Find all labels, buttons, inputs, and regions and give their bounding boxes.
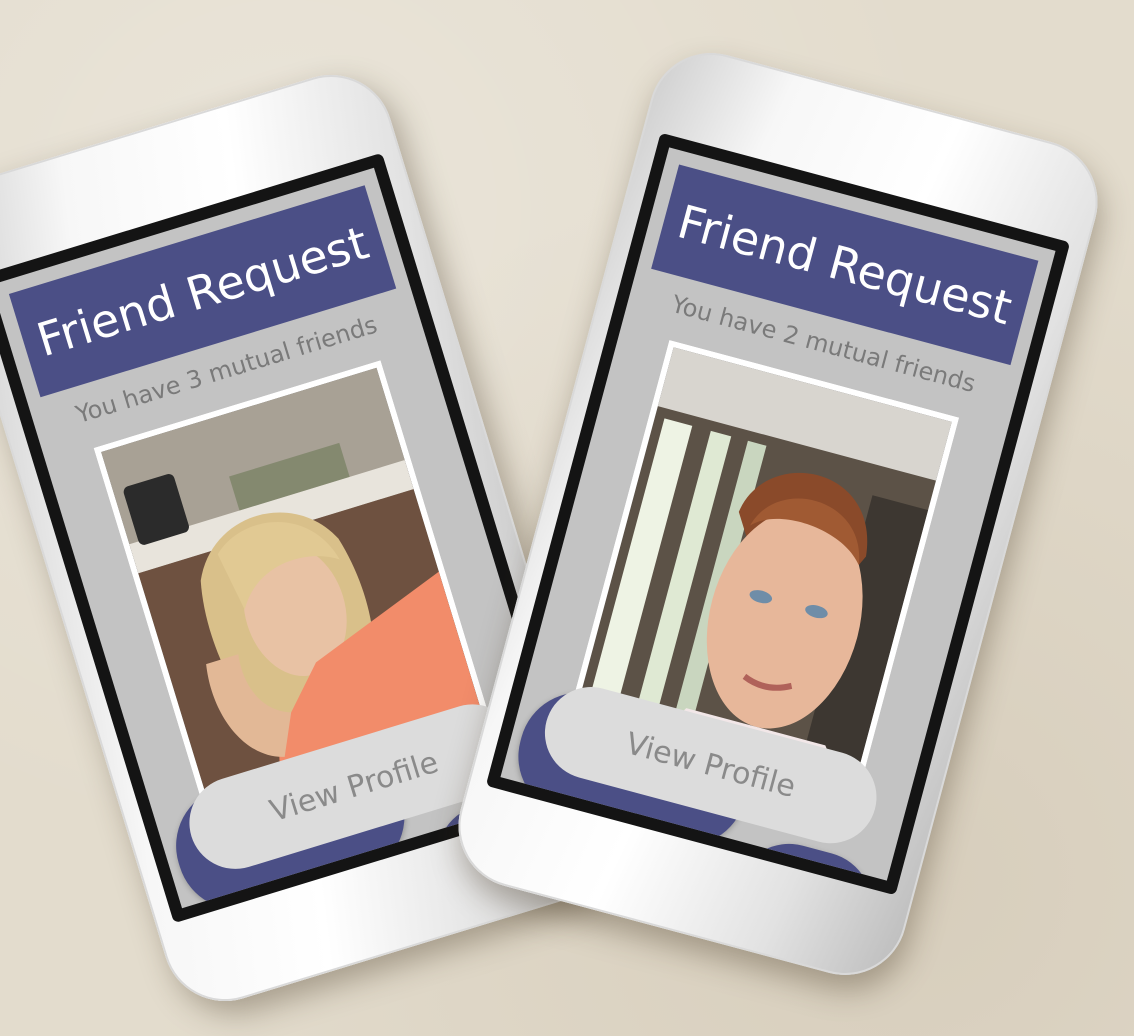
decline-button[interactable]: Decline (722, 831, 885, 881)
phone-right-bezel: Friend Request You have 2 mutual friends (485, 132, 1071, 896)
friend-request-screen-2: Friend Request You have 2 mutual friends (500, 147, 1056, 881)
phone-right: Friend Request You have 2 mutual friends (444, 39, 1112, 989)
